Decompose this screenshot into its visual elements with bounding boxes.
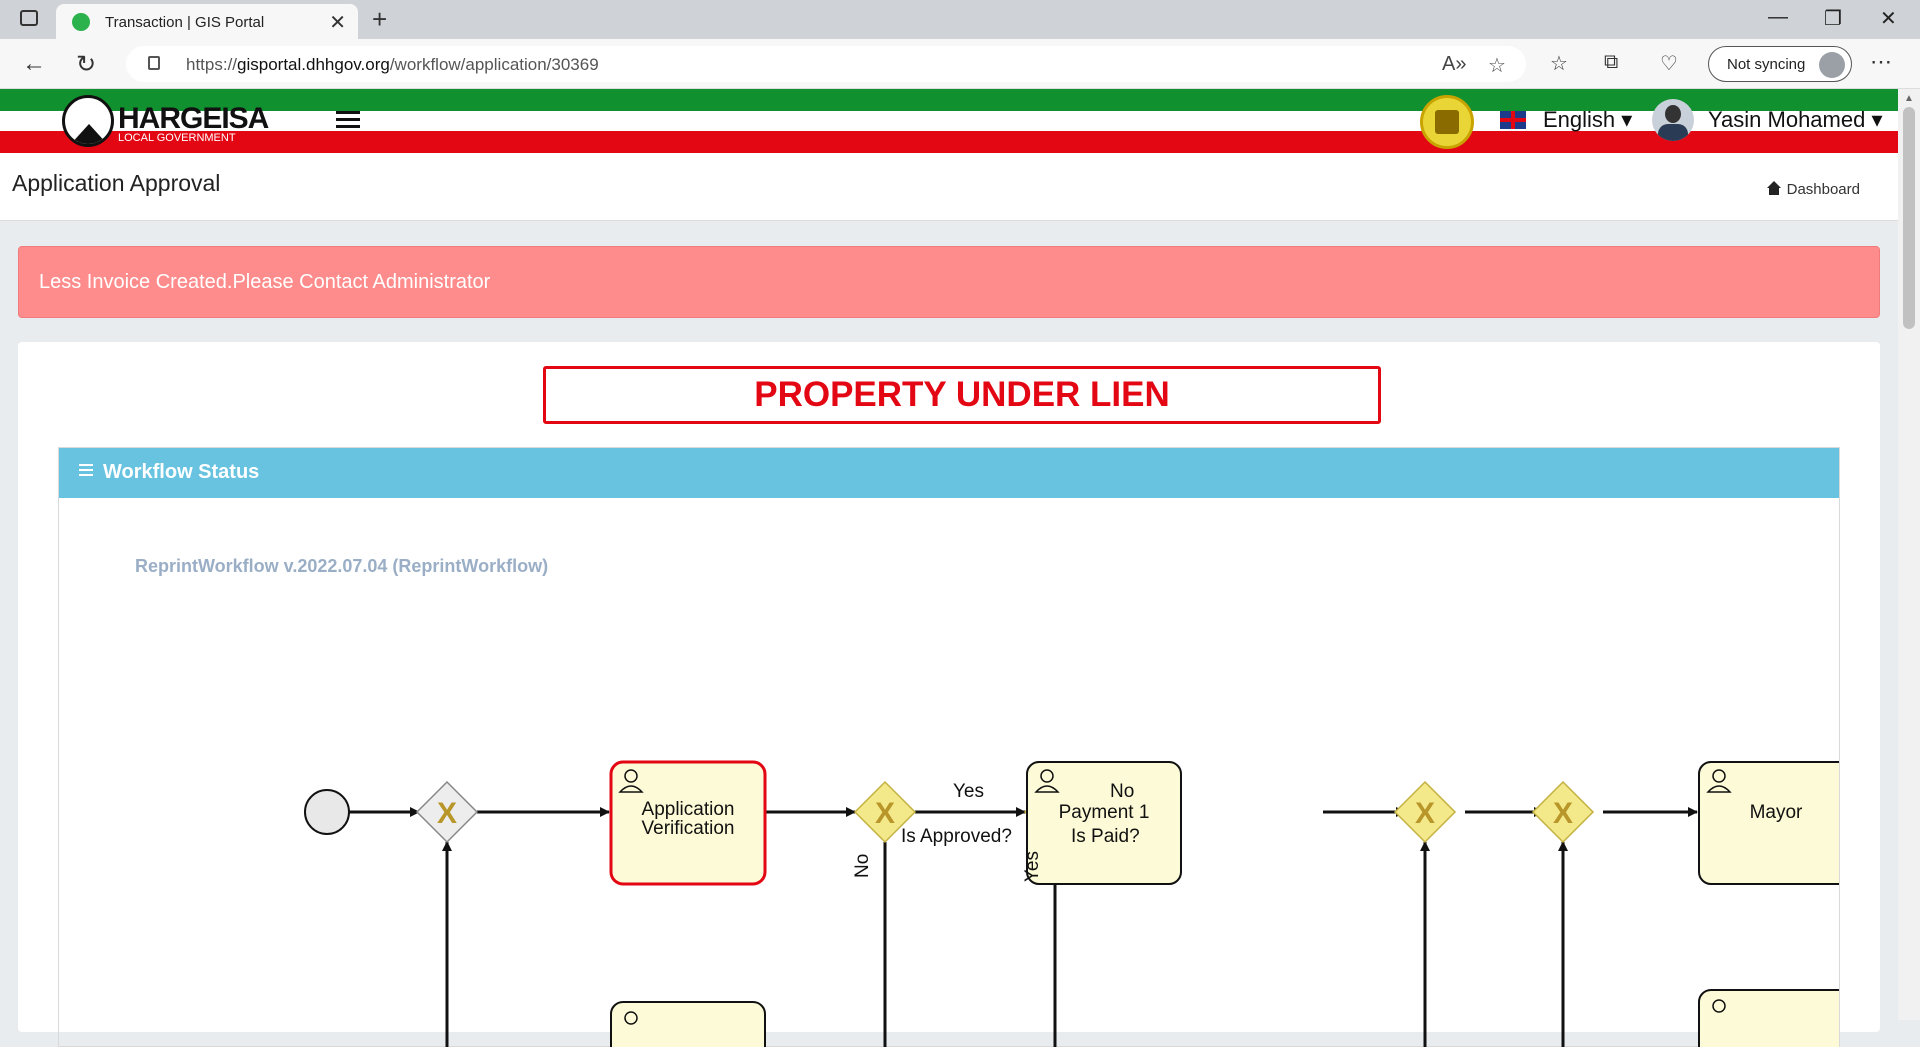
language-dropdown[interactable]: English ▾ bbox=[1543, 107, 1632, 133]
flow-label-yes: Yes bbox=[953, 781, 984, 802]
task-mayor[interactable]: Mayor bbox=[1698, 761, 1839, 885]
url-text[interactable]: https://gisportal.dhhgov.org/workflow/ap… bbox=[186, 55, 599, 75]
scrollbar-thumb[interactable] bbox=[1903, 107, 1915, 329]
svg-text:X: X bbox=[875, 797, 895, 830]
page-title-bar: Application Approval Dashboard bbox=[0, 153, 1898, 221]
health-icon[interactable]: ♡ bbox=[1660, 51, 1678, 76]
emblem-icon bbox=[1420, 95, 1474, 149]
restore-icon[interactable]: ❐ bbox=[1824, 6, 1842, 31]
task-label-line2: Verification bbox=[642, 818, 735, 839]
home-icon bbox=[1766, 181, 1781, 195]
alert-message: Less Invoice Created.Please Contact Admi… bbox=[39, 271, 491, 293]
logo-subtitle: LOCAL GOVERNMENT bbox=[118, 132, 236, 144]
logo-title[interactable]: HARGEISA bbox=[118, 102, 269, 136]
breadcrumb-dashboard[interactable]: Dashboard bbox=[1766, 181, 1860, 198]
minimize-icon[interactable]: — bbox=[1768, 6, 1788, 29]
task-label: Payment 1 bbox=[1059, 802, 1150, 823]
new-tab-icon[interactable]: + bbox=[372, 4, 387, 35]
browser-toolbar: ← ↻ https://gisportal.dhhgov.org/workflo… bbox=[0, 39, 1920, 89]
list-icon bbox=[79, 464, 93, 476]
add-favorite-icon[interactable]: ☆ bbox=[1488, 53, 1506, 78]
task-label: Mayor bbox=[1750, 802, 1803, 823]
start-event[interactable] bbox=[304, 789, 350, 835]
address-bar[interactable]: https://gisportal.dhhgov.org/workflow/ap… bbox=[126, 46, 1526, 82]
main-card: PROPERTY UNDER LIEN Workflow Status Repr… bbox=[18, 342, 1880, 1047]
lien-banner: PROPERTY UNDER LIEN bbox=[543, 366, 1381, 424]
back-icon[interactable]: ← bbox=[22, 50, 46, 78]
lock-icon[interactable] bbox=[148, 56, 160, 70]
page-title: Application Approval bbox=[12, 170, 221, 196]
profile-avatar-icon bbox=[1819, 52, 1845, 78]
user-avatar[interactable] bbox=[1652, 99, 1694, 141]
workflow-status-panel: Workflow Status ReprintWorkflow v.2022.0… bbox=[58, 447, 1840, 1047]
app-header: HARGEISA LOCAL GOVERNMENT English ▾ Yasi… bbox=[0, 89, 1898, 153]
uk-flag-icon bbox=[1500, 111, 1526, 129]
gateway-after-payment[interactable]: X bbox=[1393, 780, 1457, 844]
logo-icon[interactable] bbox=[62, 95, 114, 147]
tab-title: Transaction | GIS Portal bbox=[105, 14, 265, 31]
gateway-label-is-approved: Is Approved? bbox=[901, 826, 1012, 847]
refresh-icon[interactable]: ↻ bbox=[76, 50, 96, 79]
workflow-diagram: X X X X X Applicati bbox=[304, 760, 1839, 1047]
profile-sync-button[interactable]: Not syncing bbox=[1708, 46, 1852, 82]
menu-toggle-icon[interactable] bbox=[336, 111, 360, 129]
flow-label-no-vertical: No bbox=[852, 854, 873, 878]
workflow-panel-header: Workflow Status bbox=[59, 448, 1839, 498]
vertical-scrollbar[interactable]: ▲ bbox=[1898, 89, 1920, 1020]
flow-label-yes-vertical: Yes bbox=[1022, 851, 1043, 882]
task-application-verification[interactable]: Application Verification bbox=[609, 760, 767, 886]
gateway-start[interactable]: X bbox=[415, 780, 479, 844]
sync-label: Not syncing bbox=[1727, 56, 1806, 73]
workflow-panel-title: Workflow Status bbox=[103, 461, 260, 483]
user-menu-dropdown[interactable]: Yasin Mohamed ▾ bbox=[1708, 107, 1883, 133]
scroll-up-icon[interactable]: ▲ bbox=[1904, 93, 1914, 104]
flag-stripe-red bbox=[0, 131, 1898, 153]
task-lower-right[interactable] bbox=[1698, 989, 1839, 1047]
task-payment[interactable]: Payment 1 bbox=[1026, 761, 1182, 885]
favorites-icon[interactable]: ☆ bbox=[1550, 51, 1568, 76]
task-label-line1: Application bbox=[642, 799, 735, 820]
gateway-label-is-paid: Is Paid? bbox=[1071, 826, 1140, 847]
more-menu-icon[interactable]: ⋯ bbox=[1870, 49, 1892, 75]
error-alert: Less Invoice Created.Please Contact Admi… bbox=[18, 246, 1880, 318]
svg-text:X: X bbox=[437, 797, 457, 830]
browser-tab-strip: Transaction | GIS Portal ✕ + — ❐ ✕ bbox=[0, 0, 1920, 39]
task-lower-left[interactable] bbox=[610, 1001, 766, 1047]
read-aloud-icon[interactable]: A» bbox=[1442, 53, 1466, 76]
browser-tab[interactable]: Transaction | GIS Portal ✕ bbox=[56, 4, 358, 39]
close-window-icon[interactable]: ✕ bbox=[1880, 6, 1897, 31]
close-tab-icon[interactable]: ✕ bbox=[329, 10, 346, 35]
flow-label-no: No bbox=[1110, 781, 1134, 802]
svg-text:X: X bbox=[1415, 797, 1435, 830]
tab-actions-icon[interactable] bbox=[20, 10, 38, 26]
gateway-before-mayor[interactable]: X bbox=[1531, 780, 1595, 844]
site-favicon-icon bbox=[72, 13, 90, 31]
svg-text:X: X bbox=[1553, 797, 1573, 830]
lien-banner-text: PROPERTY UNDER LIEN bbox=[754, 375, 1170, 414]
collections-icon[interactable]: ⧉ bbox=[1604, 51, 1618, 74]
